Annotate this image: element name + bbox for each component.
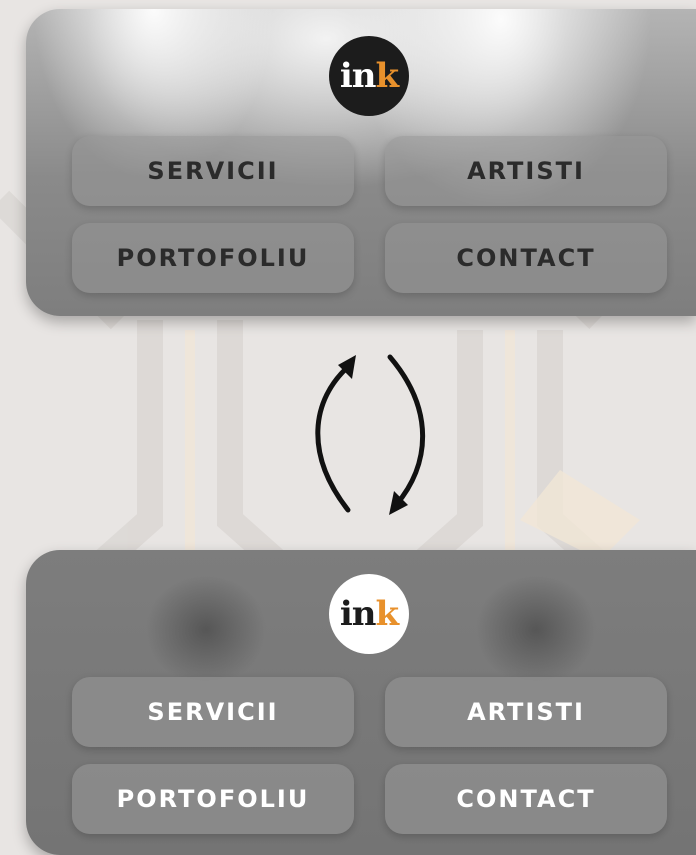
menu-card-dark: ink SERVICII ARTISTI PORTOFOLIU CONTACT — [26, 550, 696, 855]
logo-wordmark: ink — [339, 56, 399, 96]
ink-logo[interactable]: ink — [329, 574, 409, 654]
servicii-button[interactable]: SERVICII — [72, 136, 354, 206]
servicii-button[interactable]: SERVICII — [72, 677, 354, 747]
contact-button[interactable]: CONTACT — [385, 764, 667, 834]
artisti-button[interactable]: ARTISTI — [385, 136, 667, 206]
artisti-button[interactable]: ARTISTI — [385, 677, 667, 747]
contact-button[interactable]: CONTACT — [385, 223, 667, 293]
ink-logo[interactable]: ink — [329, 36, 409, 116]
swap-arrows-icon — [315, 354, 426, 515]
menu-card-light: ink SERVICII ARTISTI PORTOFOLIU CONTACT — [26, 9, 696, 316]
portofoliu-button[interactable]: PORTOFOLIU — [72, 223, 354, 293]
portofoliu-button[interactable]: PORTOFOLIU — [72, 764, 354, 834]
logo-wordmark: ink — [339, 594, 399, 634]
